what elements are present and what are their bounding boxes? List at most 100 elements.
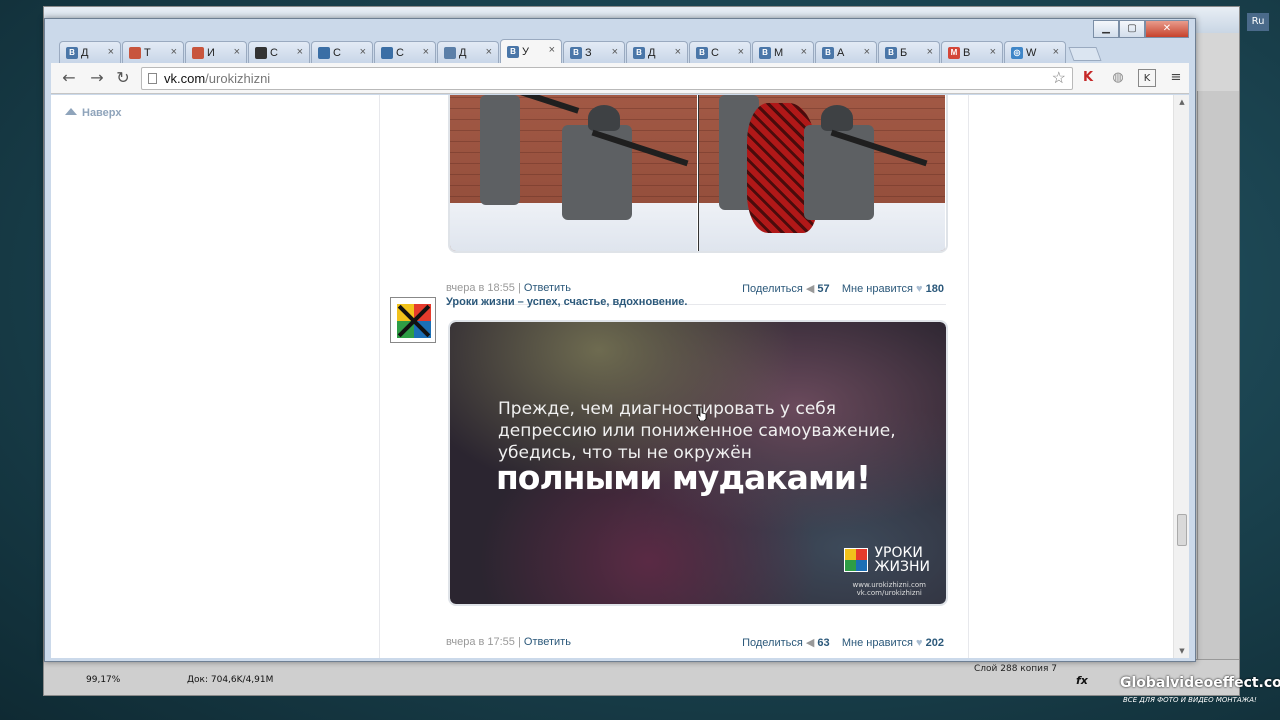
kaspersky-icon[interactable]: K bbox=[1079, 69, 1097, 87]
gmail-icon: M bbox=[948, 46, 960, 59]
vk-icon: B bbox=[822, 46, 834, 59]
post-image-quote[interactable]: Прежде, чем диагностировать у себя депре… bbox=[448, 320, 948, 606]
browser-tab[interactable]: B М × bbox=[752, 41, 814, 63]
tab-title: С bbox=[333, 46, 341, 59]
reload-icon[interactable]: ↻ bbox=[113, 68, 133, 88]
quote-punchline: полными мудаками! bbox=[496, 458, 871, 497]
post-footer: вчера в 17:55 | Ответить Поделиться ◀ 63… bbox=[446, 636, 944, 649]
tab-title: С bbox=[711, 46, 719, 59]
tab-close-icon[interactable]: × bbox=[360, 46, 366, 58]
tab-title: Д bbox=[459, 46, 467, 59]
brand-line: ЖИЗНИ bbox=[874, 559, 930, 575]
browser-tab[interactable]: Т × bbox=[122, 41, 184, 63]
group-logo bbox=[397, 304, 431, 338]
globe-extension-icon[interactable]: ◍ bbox=[1109, 69, 1127, 87]
post-author-link[interactable]: Уроки жизни – успех, счастье, вдохновени… bbox=[446, 296, 687, 308]
share-button[interactable]: Поделиться bbox=[742, 637, 803, 649]
tab-close-icon[interactable]: × bbox=[171, 46, 177, 58]
menu-icon[interactable]: ≡ bbox=[1167, 69, 1185, 87]
tab-title: С bbox=[270, 46, 278, 59]
like-count: 202 bbox=[925, 637, 944, 649]
zoom-level[interactable]: 99,17% bbox=[86, 675, 120, 685]
scroll-down-icon[interactable]: ▼ bbox=[1174, 644, 1189, 658]
post-time[interactable]: вчера в 17:55 bbox=[446, 636, 515, 648]
tab-close-icon[interactable]: × bbox=[864, 46, 870, 58]
scroll-thumb[interactable] bbox=[1177, 514, 1187, 546]
address-bar[interactable]: vk.com/urokizhizni ☆ bbox=[141, 67, 1073, 90]
reply-link[interactable]: Ответить bbox=[524, 636, 571, 648]
tab-title: У bbox=[522, 45, 529, 58]
layer-name[interactable]: Слой 288 копия 7 bbox=[974, 664, 1057, 674]
tab-close-icon[interactable]: × bbox=[990, 46, 996, 58]
tab-close-icon[interactable]: × bbox=[234, 46, 240, 58]
tab-close-icon[interactable]: × bbox=[297, 46, 303, 58]
scroll-up-icon[interactable]: ▲ bbox=[1174, 95, 1189, 109]
tab-close-icon[interactable]: × bbox=[738, 46, 744, 58]
reply-link[interactable]: Ответить bbox=[524, 282, 571, 294]
browser-tab[interactable]: И × bbox=[185, 41, 247, 63]
browser-tab[interactable]: Д × bbox=[437, 41, 499, 63]
post-image-comic[interactable] bbox=[448, 95, 948, 253]
back-arrow-icon[interactable]: ← bbox=[59, 68, 79, 88]
vk-icon: B bbox=[885, 46, 897, 59]
browser-tab[interactable]: С × bbox=[248, 41, 310, 63]
tab-title: М bbox=[774, 46, 784, 59]
fx-icon[interactable]: fx bbox=[1076, 674, 1088, 687]
browser-tab[interactable]: B Д × bbox=[59, 41, 121, 63]
browser-tab[interactable]: B У × bbox=[500, 39, 562, 63]
browser-tab[interactable]: B З × bbox=[563, 41, 625, 63]
k-extension-icon[interactable]: K bbox=[1138, 69, 1156, 87]
maximize-button[interactable]: ▢ bbox=[1119, 20, 1145, 38]
tab-close-icon[interactable]: × bbox=[801, 46, 807, 58]
tab-close-icon[interactable]: × bbox=[1053, 46, 1059, 58]
like-button[interactable]: Мне нравится bbox=[842, 637, 913, 649]
heart-icon: ♥ bbox=[916, 637, 926, 649]
browser-tab[interactable]: С × bbox=[311, 41, 373, 63]
browser-tab[interactable]: B А × bbox=[815, 41, 877, 63]
tab-close-icon[interactable]: × bbox=[675, 46, 681, 58]
post-footer: вчера в 18:55 | Ответить Поделиться ◀ 57… bbox=[446, 282, 944, 295]
tab-close-icon[interactable]: × bbox=[108, 46, 114, 58]
post-time[interactable]: вчера в 18:55 bbox=[446, 282, 515, 294]
page-viewport: Наверх вчера в 18:55 | Ответить Поделить… bbox=[51, 95, 1189, 658]
watermark-title: Globalvideoeffect.com bbox=[1120, 675, 1280, 691]
browser-tab[interactable]: B Д × bbox=[626, 41, 688, 63]
vk-icon: B bbox=[696, 46, 708, 59]
tab-close-icon[interactable]: × bbox=[486, 46, 492, 58]
share-megaphone-icon: ◀ bbox=[805, 283, 818, 295]
tab-title: В bbox=[963, 46, 971, 59]
close-window-button[interactable]: ✕ bbox=[1145, 20, 1189, 38]
browser-tab[interactable]: ◎ W × bbox=[1004, 41, 1066, 63]
avatar[interactable] bbox=[390, 297, 436, 343]
soldier-standing bbox=[480, 95, 520, 205]
quote-line: Прежде, чем диагностировать у себя bbox=[498, 399, 836, 419]
browser-tab[interactable]: B Б × bbox=[878, 41, 940, 63]
comic-panel-right bbox=[698, 95, 945, 251]
new-tab-button[interactable] bbox=[1068, 47, 1102, 61]
quote-line: депрессию или пониженное самоуважение, bbox=[498, 421, 896, 441]
browser-tab[interactable]: M В × bbox=[941, 41, 1003, 63]
tab-close-icon[interactable]: × bbox=[423, 46, 429, 58]
tab-title: З bbox=[585, 46, 592, 59]
share-button[interactable]: Поделиться bbox=[742, 283, 803, 295]
photoshop-status-bar: 99,17% Док: 704,6K/4,91M Слой 288 копия … bbox=[44, 659, 1239, 695]
url-domain: vk.com bbox=[164, 71, 206, 86]
tab-close-icon[interactable]: × bbox=[549, 44, 555, 56]
bookmark-star-icon[interactable]: ☆ bbox=[1052, 68, 1066, 89]
browser-tab[interactable]: B С × bbox=[689, 41, 751, 63]
minimize-button[interactable]: ▁ bbox=[1093, 20, 1119, 38]
tab-close-icon[interactable]: × bbox=[927, 46, 933, 58]
tab-title: С bbox=[396, 46, 404, 59]
rifle bbox=[510, 95, 580, 114]
like-button[interactable]: Мне нравится bbox=[842, 283, 913, 295]
page-icon bbox=[148, 73, 157, 84]
back-to-top-link[interactable]: Наверх bbox=[65, 107, 122, 119]
browser-tab[interactable]: С × bbox=[374, 41, 436, 63]
tab-close-icon[interactable]: × bbox=[612, 46, 618, 58]
post-actions: Поделиться ◀ 57 Мне нравится ♥ 180 bbox=[742, 282, 944, 295]
like-count: 180 bbox=[925, 283, 944, 295]
browser-window: ▁ ▢ ✕ B Д × Т × И × С × С × С × Д × B У × B З × B Д × B С × B М × B А × B… bbox=[44, 18, 1196, 662]
page-scrollbar[interactable]: ▲ ▼ bbox=[1173, 95, 1189, 658]
forward-arrow-icon[interactable]: → bbox=[87, 68, 107, 88]
language-indicator[interactable]: Ru bbox=[1247, 13, 1269, 31]
